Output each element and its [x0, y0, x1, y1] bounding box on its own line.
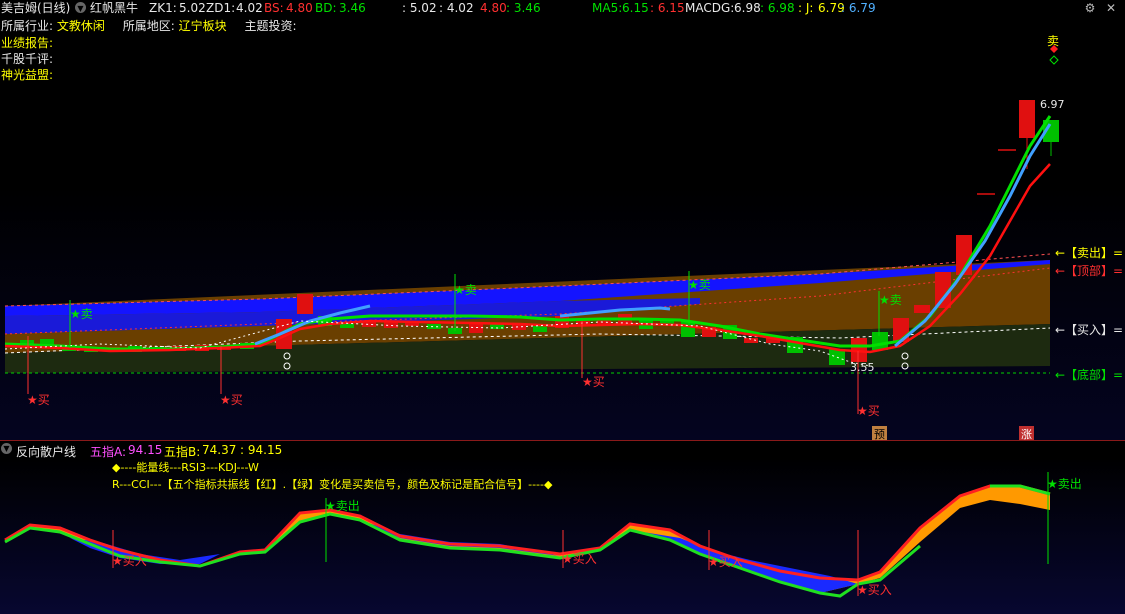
note-line-2: R---CCI---【五个指标共振线【红】.【绿】变化是买卖信号，颜色及标记是配… — [112, 478, 553, 491]
main-chart-panel: ★买 ★卖 ★买 ★卖 ★买 ★卖 ★买 ★卖 卖 6.97 3.55 ←【卖出… — [0, 16, 1125, 442]
industry-row: 所属行业: 文教休闲 所属地区: 辽宁板块 主题投资: — [1, 19, 296, 34]
sub-header: ▼ 反向散户线 五指A: 94.15 五指B: 74.37 : 94.15 — [0, 441, 1125, 459]
buy-signal-1: ★买 — [27, 393, 50, 407]
price-high-label: 6.97 — [1040, 98, 1065, 111]
bs-value: 4.80 — [286, 1, 313, 15]
value-2: : 4.02 — [439, 1, 474, 15]
ma5-label: MA5: — [592, 1, 623, 15]
buy-signal-4: ★买 — [857, 404, 880, 418]
sell-signal-1: ★卖 — [70, 307, 93, 321]
main-chart-svg — [4, 45, 1059, 414]
corner-sell-label: 卖 — [1047, 34, 1060, 48]
sell-signal-2: ★卖 — [454, 283, 477, 297]
value-1: : 5.02 — [402, 1, 437, 15]
j-value-2: : 6.79 — [841, 1, 876, 15]
sell-level-label: ←【卖出】= — [1055, 246, 1124, 260]
theme-label: 主题投资: — [244, 19, 297, 33]
bd-value: 3.46 — [339, 1, 366, 15]
industry-label: 所属行业: — [1, 19, 54, 33]
top-level-label: ←【顶部】= — [1055, 264, 1124, 278]
sub-chart-panel: ◆----能量线---RSI3---KDJ---W R---CCI---【五个指… — [0, 458, 1125, 614]
green-diamond-icon — [1049, 55, 1059, 65]
buy-signal-3: ★买 — [582, 375, 605, 389]
j-label: : J: — [798, 1, 814, 15]
value-4: : 3.46 — [506, 1, 541, 15]
sub-buy-signal-3: ★买入 — [708, 555, 743, 569]
zk1-value: 5.02 — [179, 1, 206, 15]
alliance-label[interactable]: 神光益盟: — [1, 68, 53, 83]
note-line-1: ◆----能量线---RSI3---KDJ---W — [112, 461, 259, 474]
sub-buy-signal-2: ★买入 — [562, 552, 597, 566]
sub-buy-signal-4: ★买入 — [857, 583, 892, 597]
dropdown-icon[interactable]: ▼ — [75, 2, 86, 13]
orange-fill — [5, 486, 1050, 593]
ma5-value-2: : 6.15 — [650, 1, 685, 15]
sell-signal-3: ★卖 — [688, 278, 711, 292]
close-icon[interactable]: ✕ — [1104, 1, 1118, 15]
indicator-name[interactable]: 红帆黑牛 — [90, 1, 138, 15]
a-value: 94.15 — [128, 443, 163, 457]
bd-label: BD: — [315, 1, 337, 15]
buy-level-label: ←【买入】= — [1055, 323, 1124, 337]
b-value: 74.37 — [202, 443, 237, 457]
sell-signal-4: ★卖 — [879, 293, 902, 307]
industry-value[interactable]: 文教休闲 — [57, 19, 105, 33]
zk1-label: ZK1: — [149, 1, 177, 15]
region-value[interactable]: 辽宁板块 — [179, 19, 227, 33]
macdg-label: MACDG: — [685, 1, 735, 15]
stock-title[interactable]: 美吉姆(日线) — [1, 1, 70, 15]
macdg-value: 6.98 — [734, 1, 761, 15]
ma5-value: 6.15 — [622, 1, 649, 15]
bs-label: BS: — [264, 1, 284, 15]
settings-icon[interactable]: ⚙ — [1083, 1, 1097, 15]
price-low-label: 3.55 — [850, 361, 875, 374]
buy-signal-2: ★买 — [220, 393, 243, 407]
report-label[interactable]: 业绩报告: — [1, 36, 53, 51]
zd1-label: ZD1: — [206, 1, 236, 15]
value-3: 4.80 — [480, 1, 507, 15]
c-value: : 94.15 — [240, 443, 283, 457]
sub-buy-signal-1: ★买入 — [112, 554, 147, 568]
header-bar: 美吉姆(日线) ▼ 红帆黑牛 ZK1: 5.02 ZD1: 4.02 BS: 4… — [0, 0, 1125, 16]
zd1-value: 4.02 — [236, 1, 263, 15]
sub-sell-signal-2: ★卖出 — [1047, 477, 1082, 491]
macdg-value-2: : 6.98 — [760, 1, 795, 15]
dropdown-icon-2[interactable]: ▼ — [1, 443, 12, 454]
comment-label[interactable]: 千股千评: — [1, 52, 53, 67]
sub-sell-signal-1: ★卖出 — [325, 499, 360, 513]
bottom-level-label: ←【底部】= — [1055, 368, 1124, 382]
region-label: 所属地区: — [122, 19, 175, 33]
